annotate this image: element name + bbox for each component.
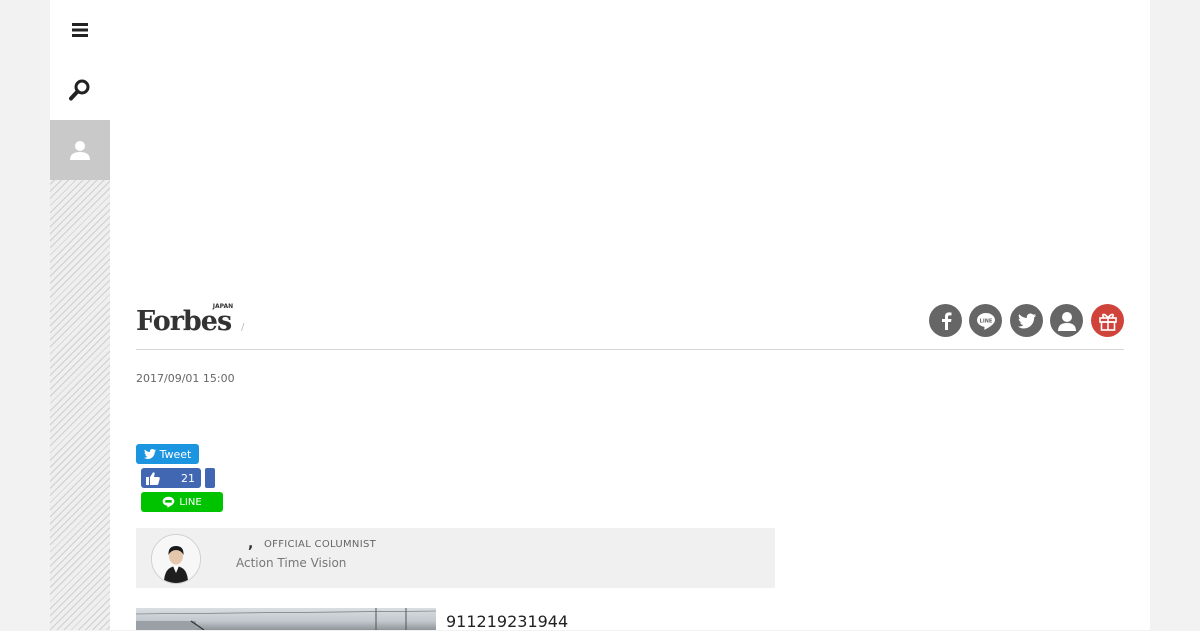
page: Forbes JAPAN / LINE 2017/09/01 15:00 Twe… (50, 0, 1150, 631)
line-label: LINE (179, 496, 202, 508)
facebook-button[interactable] (929, 304, 962, 337)
brand-name: Forbes (136, 306, 232, 337)
twitter-button[interactable] (1010, 304, 1043, 337)
facebook-like-button[interactable]: 21 (141, 468, 201, 488)
author-box[interactable]: , OFFICIAL COLUMNIST Action Time Vision (136, 528, 775, 588)
gift-button[interactable] (1091, 304, 1124, 337)
line-share-button[interactable]: LINE (969, 304, 1002, 337)
header-divider (136, 349, 1124, 350)
hamburger-icon (72, 23, 88, 37)
line-button[interactable]: LINE (141, 492, 223, 512)
user-icon (70, 141, 90, 160)
author-name-separator: , (248, 536, 254, 552)
twitter-icon (1017, 313, 1036, 328)
like-count: 21 (181, 471, 195, 485)
twitter-icon (143, 449, 156, 459)
author-photo-icon (152, 535, 200, 583)
author-role: OFFICIAL COLUMNIST (264, 539, 377, 550)
search-icon (69, 79, 90, 101)
publish-date: 2017/09/01 15:00 (136, 372, 235, 385)
brand-sub: JAPAN (212, 303, 234, 310)
forbes-logo[interactable]: Forbes JAPAN (136, 303, 234, 337)
breadcrumb-separator: / (241, 322, 245, 333)
gift-icon (1098, 313, 1117, 331)
author-organization: Action Time Vision (236, 556, 347, 570)
facebook-icon (941, 311, 951, 330)
thumbnail-image (136, 608, 436, 630)
sidebar (50, 0, 110, 630)
avatar[interactable] (151, 534, 201, 584)
search-button[interactable] (50, 60, 110, 120)
tweet-button[interactable]: Tweet (136, 444, 199, 464)
article-thumbnail[interactable] (136, 608, 436, 630)
tweet-label: Tweet (159, 447, 192, 461)
menu-button[interactable] (50, 0, 110, 60)
user-button[interactable] (50, 120, 110, 180)
member-icon (1057, 311, 1076, 331)
line-icon (162, 496, 175, 508)
member-button[interactable] (1050, 304, 1083, 337)
line-icon: LINE (976, 312, 995, 330)
thumbs-up-icon (146, 471, 160, 485)
svg-text:LINE: LINE (979, 318, 992, 324)
like-share-extension[interactable] (205, 468, 215, 488)
article-title[interactable]: 911219231944 (446, 612, 568, 631)
